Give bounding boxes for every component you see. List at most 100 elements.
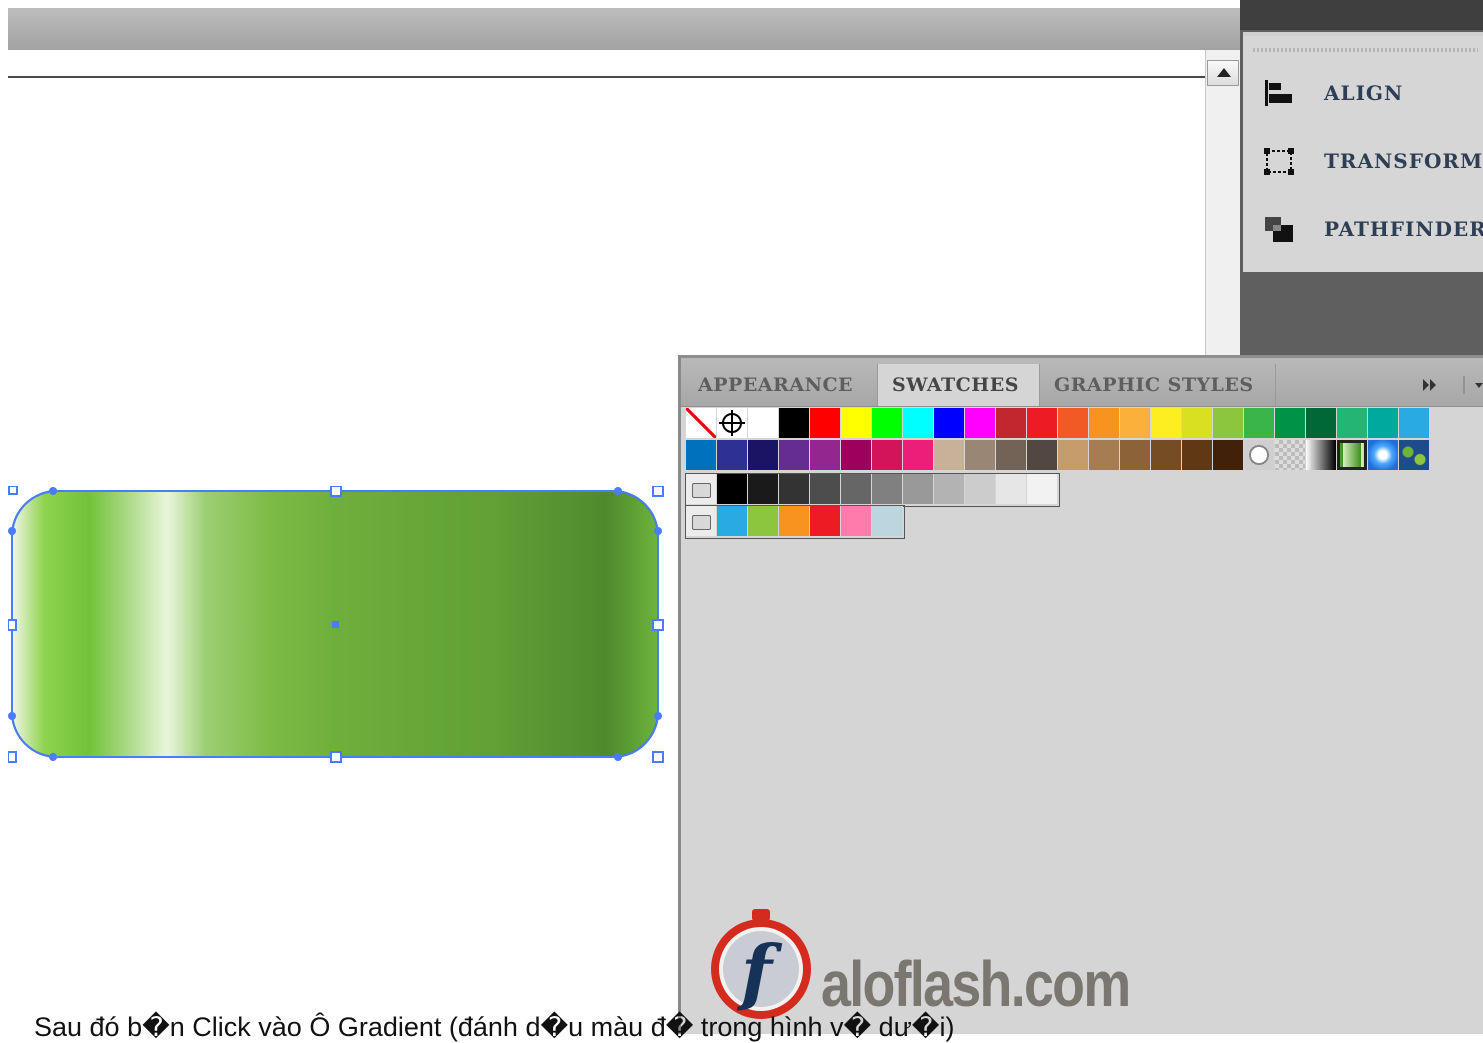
swatch[interactable] <box>965 440 996 471</box>
swatch-row-row-1 <box>686 408 1430 439</box>
swatch[interactable] <box>872 408 903 439</box>
pathfinder-icon <box>1265 217 1293 242</box>
swatch[interactable] <box>1058 408 1089 439</box>
dock-grip[interactable] <box>1253 48 1478 52</box>
swatch[interactable] <box>779 408 810 439</box>
swatch[interactable] <box>872 440 903 471</box>
swatch[interactable] <box>841 474 872 505</box>
swatch[interactable] <box>903 440 934 471</box>
swatch[interactable] <box>1120 440 1151 471</box>
swatch-pattern-leaf[interactable] <box>1399 440 1430 471</box>
swatch[interactable] <box>1368 408 1399 439</box>
swatch[interactable] <box>965 474 996 505</box>
swatch-pattern-checker[interactable] <box>1275 440 1306 471</box>
swatch[interactable] <box>903 408 934 439</box>
swatch[interactable] <box>1120 408 1151 439</box>
handle-top-middle[interactable] <box>330 486 342 497</box>
swatch[interactable] <box>810 474 841 505</box>
scroll-up-arrow-icon[interactable] <box>1207 60 1239 86</box>
swatch[interactable] <box>779 474 810 505</box>
swatch[interactable] <box>1213 408 1244 439</box>
swatch[interactable] <box>996 440 1027 471</box>
swatch[interactable] <box>903 474 934 505</box>
swatch-registration[interactable] <box>717 408 748 439</box>
swatch-gradient-green[interactable] <box>1337 440 1368 471</box>
swatch[interactable] <box>996 474 1027 505</box>
swatch[interactable] <box>1027 440 1058 471</box>
color-group-folder-icon[interactable] <box>686 474 717 505</box>
dock-item-pathfinder[interactable]: PATHFINDER <box>1262 208 1483 248</box>
swatch[interactable] <box>748 440 779 471</box>
swatch[interactable] <box>810 408 841 439</box>
handle-middle-left[interactable] <box>8 619 17 631</box>
swatch[interactable] <box>1244 408 1275 439</box>
swatch[interactable] <box>1213 440 1244 471</box>
swatch[interactable] <box>717 506 748 537</box>
swatch[interactable] <box>779 506 810 537</box>
handle-bottom-middle[interactable] <box>330 751 342 763</box>
tab-swatches[interactable]: SWATCHES <box>878 364 1040 406</box>
swatch[interactable] <box>996 408 1027 439</box>
transform-icon <box>1264 148 1294 175</box>
swatch[interactable] <box>934 408 965 439</box>
swatch[interactable] <box>1182 440 1213 471</box>
swatch[interactable] <box>748 408 779 439</box>
vertical-scrollbar[interactable] <box>1205 50 1241 360</box>
dock-item-transform[interactable]: TRANSFORM <box>1262 140 1482 180</box>
handle-top-right[interactable] <box>652 486 664 497</box>
swatch[interactable] <box>1089 408 1120 439</box>
swatch-row-gray-group <box>686 474 1058 505</box>
swatch[interactable] <box>841 408 872 439</box>
swatch[interactable] <box>717 474 748 505</box>
swatch-row-row-2 <box>686 440 1430 471</box>
swatch[interactable] <box>1151 440 1182 471</box>
color-group-folder-icon[interactable] <box>686 506 717 537</box>
handle-top-left[interactable] <box>8 486 18 495</box>
swatch[interactable] <box>841 506 872 537</box>
swatch[interactable] <box>748 474 779 505</box>
canvas-ruler <box>8 50 1206 78</box>
swatch[interactable] <box>748 506 779 537</box>
swatch[interactable] <box>810 440 841 471</box>
swatch[interactable] <box>1151 408 1182 439</box>
swatch[interactable] <box>934 440 965 471</box>
swatch[interactable] <box>872 506 903 537</box>
swatch[interactable] <box>965 408 996 439</box>
swatch[interactable] <box>934 474 965 505</box>
handle-bottom-right[interactable] <box>652 751 664 763</box>
handle-middle-right[interactable] <box>652 619 664 631</box>
swatch[interactable] <box>1089 440 1120 471</box>
rounded-rectangle-artwork[interactable] <box>8 486 664 764</box>
swatch-pattern-dots[interactable] <box>1244 440 1275 471</box>
swatch[interactable] <box>1027 474 1058 505</box>
dock-item-label: TRANSFORM <box>1324 149 1483 173</box>
tab-graphic-styles[interactable]: GRAPHIC STYLES <box>1040 364 1276 406</box>
swatch[interactable] <box>1275 408 1306 439</box>
handle-bottom-left[interactable] <box>8 751 17 763</box>
tab-appearance[interactable]: APPEARANCE <box>684 364 878 406</box>
swatch-none[interactable] <box>686 408 717 439</box>
swatch[interactable] <box>1337 408 1368 439</box>
dock-header <box>1240 0 1483 30</box>
swatch[interactable] <box>779 440 810 471</box>
stopwatch-logo-icon: f <box>711 909 811 1019</box>
swatch[interactable] <box>1058 440 1089 471</box>
registration-icon <box>719 410 745 436</box>
caption-text: Sau đó b�n Click vào Ô Gradient (đánh d�… <box>34 1012 955 1042</box>
dock-item-align[interactable]: ALIGN <box>1262 72 1482 112</box>
swatch[interactable] <box>1027 408 1058 439</box>
swatch[interactable] <box>686 440 717 471</box>
swatch[interactable] <box>841 440 872 471</box>
panel-tab-bar: APPEARANCE SWATCHES GRAPHIC STYLES <box>681 358 1483 407</box>
swatch[interactable] <box>1399 408 1430 439</box>
swatch[interactable] <box>1306 408 1337 439</box>
align-icon <box>1265 80 1292 106</box>
swatch[interactable] <box>717 440 748 471</box>
dock-item-label: PATHFINDER <box>1324 217 1483 241</box>
swatch-gradient-blue[interactable] <box>1368 440 1399 471</box>
swatch[interactable] <box>810 506 841 537</box>
swatch[interactable] <box>872 474 903 505</box>
swatch-gradient-black[interactable] <box>1306 440 1337 471</box>
panel-menu-icon[interactable] <box>1411 366 1483 404</box>
swatch[interactable] <box>1182 408 1213 439</box>
